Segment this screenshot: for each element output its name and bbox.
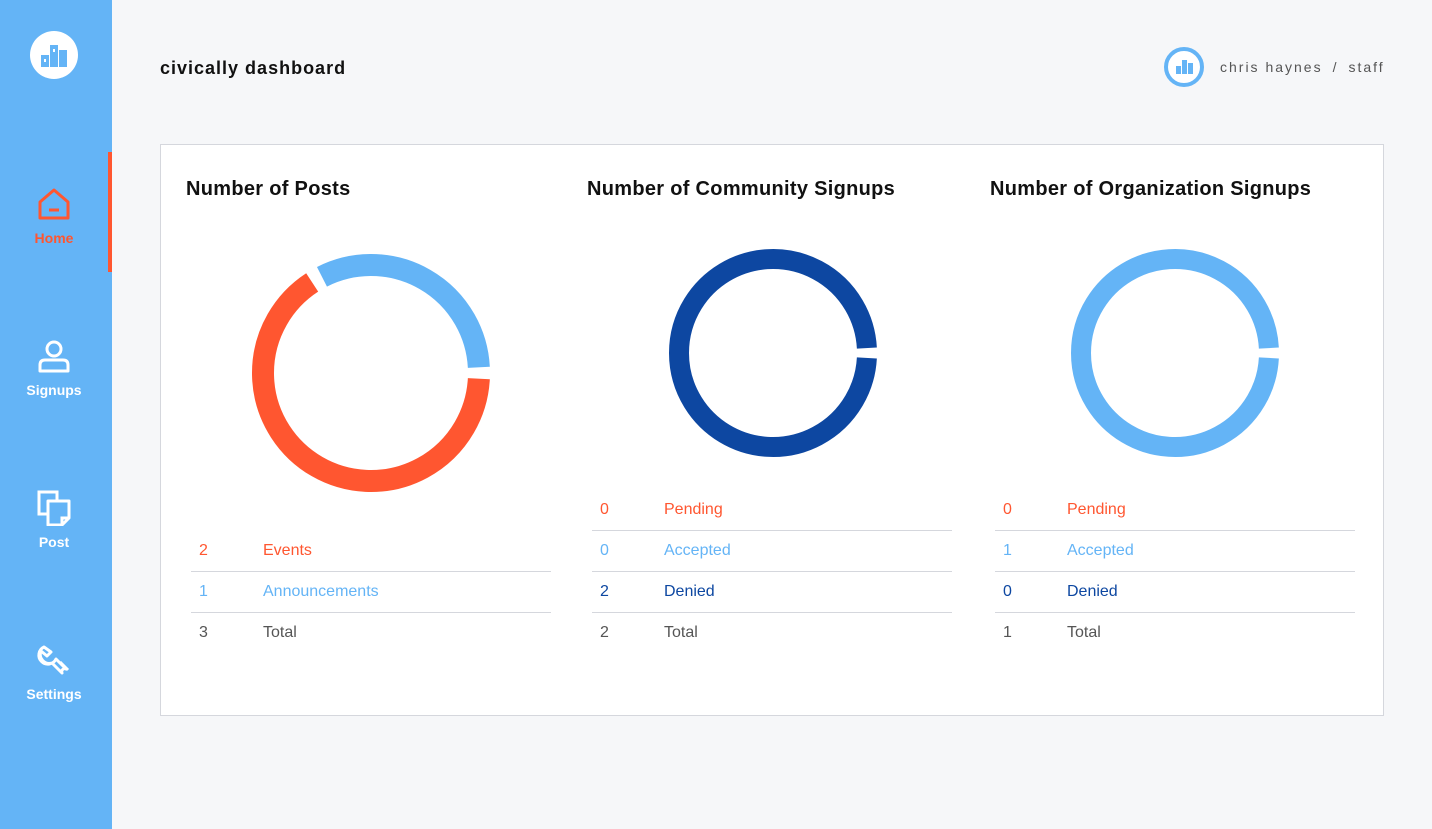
stat-label: Accepted (1067, 542, 1134, 559)
stat-label: Pending (664, 501, 723, 518)
stat-value: 0 (600, 501, 609, 518)
donut-segment-announcements (316, 254, 490, 369)
user-menu[interactable]: chris haynes / staff (1164, 47, 1384, 87)
organization-donut-chart (1071, 249, 1279, 457)
table-row: 0 Denied (995, 572, 1355, 613)
organization-stats-table: 0 Pending 1 Accepted 0 Denied 1 Total (995, 490, 1355, 654)
stats-card: Number of Posts 2 Events 1 Announcements… (160, 144, 1384, 716)
stat-value: 1 (1003, 624, 1012, 641)
sidebar-item-post[interactable]: Post (0, 490, 112, 610)
stat-label: Announcements (263, 583, 379, 600)
sidebar-item-label: Settings (26, 686, 82, 702)
stat-value: 2 (600, 624, 609, 641)
user-role: staff (1348, 59, 1385, 75)
stat-label: Pending (1067, 501, 1126, 518)
wrench-icon (37, 645, 70, 675)
user-separator: / (1332, 59, 1339, 75)
active-indicator (108, 152, 112, 272)
stat-label: Denied (1067, 583, 1118, 600)
table-row: 2 Denied (592, 572, 952, 613)
table-row: 1 Total (995, 613, 1355, 654)
posts-stats-table: 2 Events 1 Announcements 3 Total (191, 531, 551, 654)
avatar[interactable] (1164, 47, 1204, 87)
stat-value: 1 (199, 583, 208, 600)
table-row: 2 Events (191, 531, 551, 572)
home-icon (38, 188, 70, 220)
community-donut (669, 249, 877, 457)
sidebar-item-home[interactable]: Home (0, 186, 112, 306)
stat-value: 2 (199, 542, 208, 559)
table-row: 3 Total (191, 613, 551, 654)
sidebar-item-label: Signups (26, 382, 82, 398)
stat-label: Total (263, 624, 297, 641)
sidebar-item-label: Home (34, 230, 74, 246)
community-signups-panel: Number of Community Signups 0 Pending 0 … (562, 145, 964, 717)
page-title: civically dashboard (160, 58, 347, 78)
documents-icon (37, 490, 71, 526)
stat-label: Events (263, 542, 312, 559)
sidebar: Home Signups Post Settings (0, 0, 112, 829)
user-name: chris haynes (1220, 59, 1323, 75)
posts-donut (252, 254, 490, 492)
city-buildings-icon[interactable] (30, 31, 78, 79)
table-row: 0 Accepted (592, 531, 952, 572)
sidebar-item-signups[interactable]: Signups (0, 338, 112, 458)
posts-donut-chart (252, 254, 490, 492)
stat-label: Denied (664, 583, 715, 600)
city-buildings-icon (1176, 60, 1193, 74)
donut-segment-accepted (1071, 249, 1279, 457)
table-row: 0 Pending (995, 490, 1355, 531)
table-row: 0 Pending (592, 490, 952, 531)
donut-segment-denied (669, 249, 877, 457)
user-info: chris haynes / staff (1220, 59, 1385, 75)
stat-value: 3 (199, 624, 208, 641)
stat-label: Accepted (664, 542, 731, 559)
posts-panel: Number of Posts 2 Events 1 Announcements… (161, 145, 563, 717)
stat-value: 2 (600, 583, 609, 600)
stat-label: Total (1067, 624, 1101, 641)
stat-value: 0 (1003, 583, 1012, 600)
community-donut-chart (669, 249, 877, 457)
sidebar-item-label: Post (38, 534, 70, 550)
stat-value: 0 (600, 542, 609, 559)
table-row: 2 Total (592, 613, 952, 654)
user-icon (38, 340, 70, 373)
stat-value: 1 (1003, 542, 1012, 559)
stat-value: 0 (1003, 501, 1012, 518)
table-row: 1 Accepted (995, 531, 1355, 572)
donut-segment-events (252, 273, 490, 492)
stat-label: Total (664, 624, 698, 641)
community-stats-table: 0 Pending 0 Accepted 2 Denied 2 Total (592, 490, 952, 654)
table-row: 1 Announcements (191, 572, 551, 613)
sidebar-item-settings[interactable]: Settings (0, 642, 112, 762)
organization-donut (1071, 249, 1279, 457)
organization-signups-panel: Number of Organization Signups 0 Pending… (965, 145, 1367, 717)
